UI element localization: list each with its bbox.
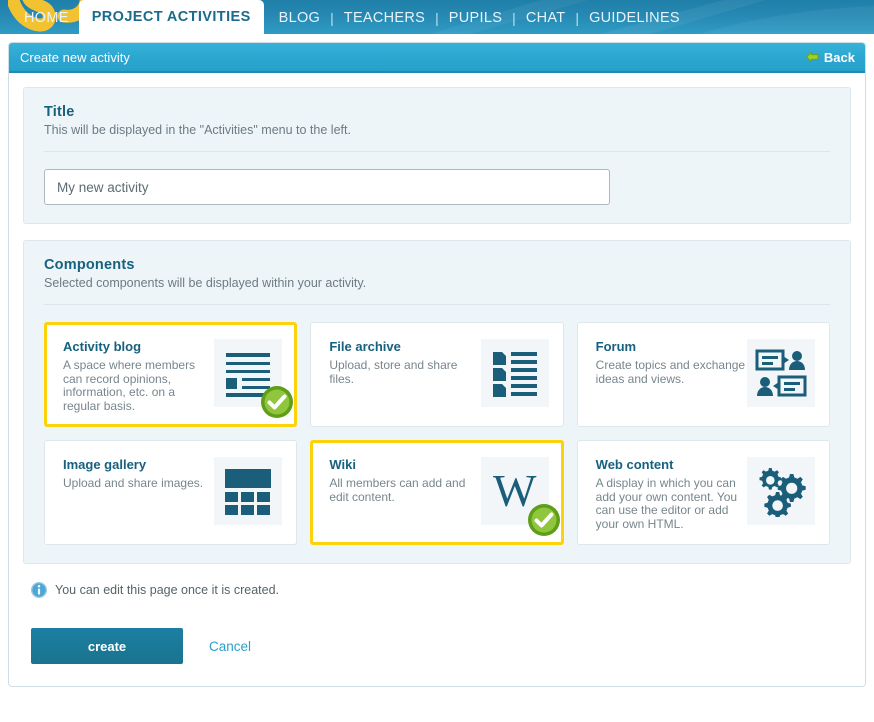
nav-link-guidelines[interactable]: GUIDELINES: [589, 10, 680, 34]
components-section-divider: [44, 304, 830, 305]
card-text: File archive Upload, store and share fil…: [329, 337, 479, 416]
card-icon-wrapper: [746, 457, 815, 525]
card-description: A space where members can record opinion…: [63, 358, 196, 413]
back-label: Back: [823, 49, 855, 65]
activity-title-input[interactable]: [44, 169, 610, 205]
info-note: You can edit this page once it is create…: [23, 580, 851, 598]
card-text: Wiki All members can add and edit conten…: [329, 455, 479, 534]
card-title: Activity blog: [63, 339, 142, 354]
component-card-web-content[interactable]: Web content A display in which you can a…: [576, 440, 830, 545]
card-icon-wrapper: [480, 339, 549, 407]
cancel-link[interactable]: Cancel: [209, 639, 251, 654]
card-description: Upload, store and share files.: [329, 358, 458, 386]
form-actions: create Cancel: [23, 598, 851, 686]
nav-separator: |: [330, 10, 334, 26]
card-title: Web content: [595, 457, 674, 472]
component-card-file-archive[interactable]: File archive Upload, store and share fil…: [310, 322, 564, 427]
content-panel: Create new activity Back Title This will…: [8, 42, 866, 687]
card-text: Forum Create topics and exchange ideas a…: [596, 337, 746, 416]
card-title: Image gallery: [63, 457, 147, 472]
image-grid-icon: [225, 469, 272, 515]
card-text: Activity blog A space where members can …: [63, 337, 213, 416]
nav-link-pupils[interactable]: PUPILS: [449, 10, 502, 34]
card-title: Forum: [595, 339, 637, 354]
icon-box: [214, 457, 283, 525]
card-title: File archive: [329, 339, 401, 354]
forum-speech-people-icon: [755, 349, 807, 397]
nav-items: HOME PROJECT ACTIVITIES BLOG | TEACHERS …: [0, 0, 689, 34]
arrow-left-icon: [805, 51, 819, 63]
title-section-description: This will be displayed in the "Activitie…: [44, 123, 351, 137]
selected-check-icon: [527, 504, 560, 536]
create-button[interactable]: create: [31, 628, 183, 664]
component-card-image-gallery[interactable]: Image gallery Upload and share images.: [44, 440, 298, 545]
info-icon: [31, 582, 47, 598]
nav-separator: |: [512, 10, 516, 26]
selected-check-icon: [261, 386, 294, 418]
back-button[interactable]: Back: [805, 49, 855, 65]
card-description: A display in which you can add your own …: [595, 476, 738, 531]
component-card-activity-blog[interactable]: Activity blog A space where members can …: [44, 322, 298, 427]
card-text: Image gallery Upload and share images.: [63, 455, 213, 534]
nav-link-chat[interactable]: CHAT: [526, 10, 566, 34]
nav-link-home[interactable]: HOME: [24, 10, 69, 34]
components-section-heading: Components: [44, 257, 135, 273]
icon-box: [746, 339, 815, 407]
gears-icon: [759, 468, 806, 517]
page-container: Create new activity Back Title This will…: [0, 34, 874, 687]
panel-body: Title This will be displayed in the "Act…: [9, 73, 865, 686]
card-description: Upload and share images.: [63, 476, 204, 490]
card-text: Web content A display in which you can a…: [596, 455, 746, 534]
components-section-description: Selected components will be displayed wi…: [44, 276, 367, 290]
card-icon-wrapper: [746, 339, 815, 407]
top-navigation: HOME PROJECT ACTIVITIES BLOG | TEACHERS …: [0, 0, 874, 34]
nav-separator: |: [575, 10, 580, 26]
card-icon-wrapper: [214, 339, 294, 418]
page-header-bar: Create new activity Back: [9, 43, 865, 73]
component-card-forum[interactable]: Forum Create topics and exchange ideas a…: [576, 322, 830, 427]
nav-link-teachers[interactable]: TEACHERS: [344, 10, 425, 34]
card-description: All members can add and edit content.: [329, 476, 466, 504]
nav-separator: |: [435, 10, 439, 26]
title-section: Title This will be displayed in the "Act…: [23, 87, 851, 224]
page-title: Create new activity: [20, 49, 130, 65]
card-description: Create topics and exchange ideas and vie…: [595, 358, 746, 386]
file-list-icon: [492, 352, 537, 397]
card-icon-wrapper: [214, 457, 283, 525]
card-title: Wiki: [329, 457, 356, 472]
tab-project-activities[interactable]: PROJECT ACTIVITIES: [78, 0, 264, 34]
icon-box: [746, 457, 815, 525]
title-section-divider: [44, 151, 830, 152]
components-section: Components Selected components will be d…: [23, 240, 851, 564]
icon-box: [480, 339, 549, 407]
title-section-heading: Title: [44, 104, 75, 120]
component-card-wiki[interactable]: Wiki All members can add and edit conten…: [310, 440, 564, 545]
info-note-text: You can edit this page once it is create…: [55, 583, 279, 597]
card-icon-wrapper: W: [480, 457, 560, 536]
components-grid: Activity blog A space where members can …: [44, 322, 830, 545]
nav-link-blog[interactable]: BLOG: [279, 10, 321, 34]
